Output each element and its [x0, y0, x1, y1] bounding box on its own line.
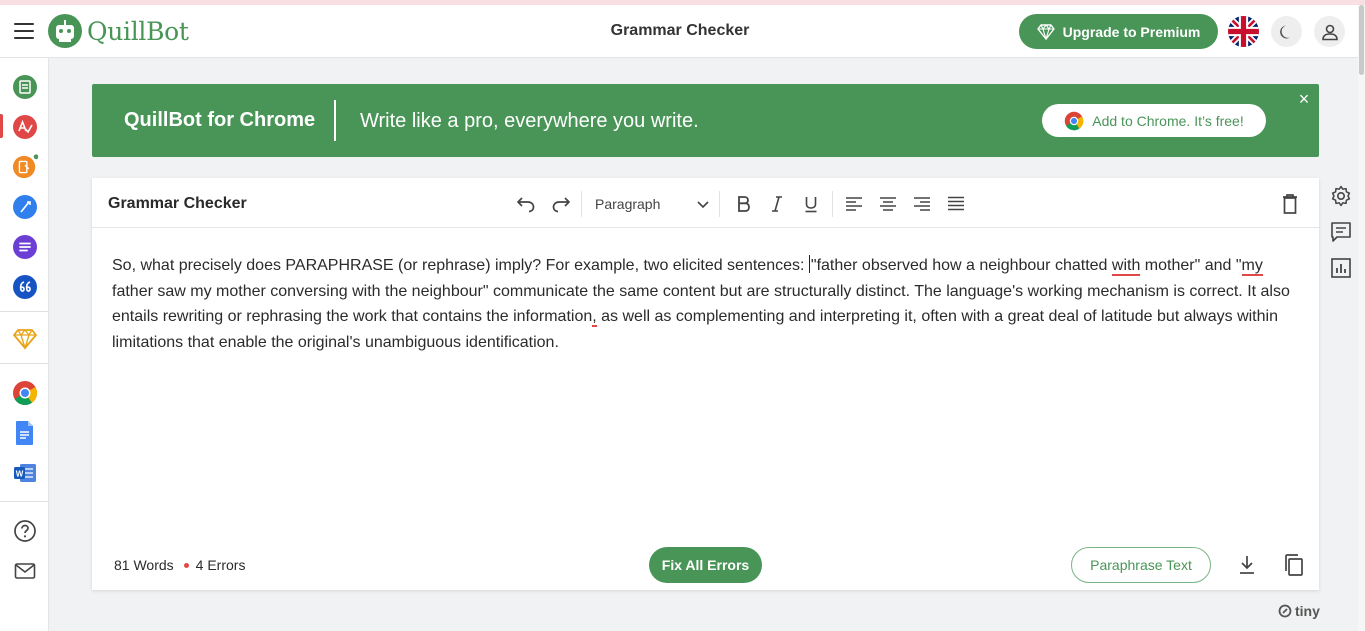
underline-icon [805, 197, 817, 213]
add-to-chrome-label: Add to Chrome. It’s free! [1092, 112, 1244, 129]
tiny-label: tiny [1295, 603, 1320, 619]
italic-button[interactable] [764, 191, 790, 217]
banner-tagline: Write like a pro, everywhere you write. [360, 110, 699, 132]
grammar-error[interactable]: my [1241, 257, 1263, 276]
text-segment: "father observed how a neighbour chatted [810, 257, 1112, 274]
chrome-icon [1065, 111, 1084, 130]
chrome-extension-icon [13, 381, 38, 406]
align-center-button[interactable] [875, 191, 901, 217]
text-segment: So, what precisely does PARAPHRASE (or r… [112, 257, 809, 274]
undo-icon [517, 197, 535, 213]
settings-button[interactable] [1329, 184, 1353, 208]
sidebar-item-summarizer[interactable] [12, 234, 38, 260]
google-docs-icon [16, 421, 33, 445]
align-justify-button[interactable] [943, 191, 969, 217]
underline-button[interactable] [798, 191, 824, 217]
bold-icon [738, 196, 750, 212]
page-scrollbar[interactable] [1358, 5, 1365, 631]
paragraph-select-value: Paragraph [595, 196, 661, 212]
sidebar-item-co-writer[interactable] [12, 154, 38, 180]
banner-brand: QuillBot for Chrome [124, 109, 316, 131]
sidebar-item-help[interactable] [12, 518, 38, 544]
tiny-logo-icon [1278, 604, 1292, 618]
editor-panel: Grammar Checker Paragraph So, what preci… [92, 178, 1319, 590]
tiny-branding[interactable]: tiny [1278, 603, 1320, 619]
download-button[interactable] [1235, 553, 1259, 577]
grammar-error[interactable]: with [1111, 257, 1141, 276]
banner-divider [334, 100, 336, 141]
align-justify-icon [948, 196, 964, 211]
citation-icon [13, 275, 37, 299]
grammar-checker-icon [13, 115, 37, 139]
moon-icon [1279, 25, 1290, 38]
bold-button[interactable] [730, 191, 756, 217]
text-caret [808, 255, 810, 273]
copy-button[interactable] [1282, 553, 1306, 577]
sidebar-item-writing-assistant[interactable] [12, 194, 38, 220]
editor-footer: 81 Words 4 Errors Fix All Errors Paraphr… [92, 543, 1319, 587]
close-icon[interactable]: × [1295, 90, 1313, 108]
editor-title: Grammar Checker [108, 195, 247, 212]
account-button[interactable] [1314, 16, 1345, 47]
error-count[interactable]: 4 Errors [196, 557, 246, 573]
paragraph-select[interactable]: Paragraph [586, 191, 714, 217]
stats-icon [1331, 258, 1351, 278]
co-writer-icon [12, 154, 38, 179]
redo-icon [552, 197, 570, 213]
header: QuillBot Grammar Checker Upgrade to Prem… [0, 5, 1358, 58]
copy-icon [1285, 554, 1303, 576]
chevron-down-icon [697, 201, 709, 209]
download-icon [1240, 556, 1254, 574]
paraphraser-icon [13, 75, 37, 99]
help-icon [14, 520, 36, 542]
italic-icon [772, 196, 782, 212]
editor-stats: 81 Words 4 Errors [114, 557, 245, 573]
dark-mode-toggle[interactable] [1271, 16, 1302, 47]
upgrade-button[interactable]: Upgrade to Premium [1019, 14, 1218, 49]
sidebar-item-google-docs[interactable] [12, 420, 38, 446]
word-count: 81 Words [114, 557, 174, 573]
user-icon [1321, 24, 1338, 40]
align-center-icon [880, 197, 896, 211]
error-dot [183, 562, 189, 568]
redo-button[interactable] [548, 191, 574, 217]
sidebar-item-premium[interactable] [12, 326, 38, 352]
undo-button[interactable] [513, 191, 539, 217]
svg-text:W: W [16, 470, 24, 479]
diamond-icon [1036, 23, 1055, 40]
sidebar: W [0, 58, 49, 631]
statistics-button[interactable] [1329, 256, 1353, 280]
clear-text-button[interactable] [1277, 191, 1303, 217]
writing-assistant-icon [13, 195, 37, 219]
feedback-button[interactable] [1329, 220, 1353, 244]
sidebar-item-word[interactable]: W [12, 460, 38, 486]
text-segment: mother" and " [1140, 257, 1242, 274]
editor-text-area[interactable]: So, what precisely does PARAPHRASE (or r… [112, 253, 1292, 356]
trash-icon [1283, 194, 1297, 214]
mail-icon [14, 563, 36, 579]
upgrade-label: Upgrade to Premium [1062, 23, 1201, 40]
premium-icon [13, 328, 37, 350]
sidebar-item-mail[interactable] [12, 558, 38, 584]
align-left-button[interactable] [841, 191, 867, 217]
sidebar-item-paraphraser[interactable] [12, 74, 38, 100]
word-icon: W [14, 464, 36, 482]
sidebar-item-citation[interactable] [12, 274, 38, 300]
feedback-icon [1331, 222, 1351, 242]
chrome-banner: QuillBot for Chrome Write like a pro, ev… [92, 84, 1319, 157]
add-to-chrome-button[interactable]: Add to Chrome. It’s free! [1042, 104, 1266, 137]
summarizer-icon [13, 235, 37, 259]
sidebar-item-grammar-checker[interactable] [12, 114, 38, 140]
sidebar-item-chrome[interactable] [12, 380, 38, 406]
language-flag-icon[interactable] [1228, 16, 1259, 47]
align-left-icon [846, 197, 862, 211]
editor-toolbar: Grammar Checker Paragraph [92, 178, 1319, 228]
paraphrase-text-button[interactable]: Paraphrase Text [1071, 547, 1211, 583]
align-right-icon [914, 197, 930, 211]
active-indicator [0, 114, 3, 138]
fix-all-errors-button[interactable]: Fix All Errors [649, 547, 762, 583]
align-right-button[interactable] [909, 191, 935, 217]
settings-icon [1331, 185, 1351, 207]
